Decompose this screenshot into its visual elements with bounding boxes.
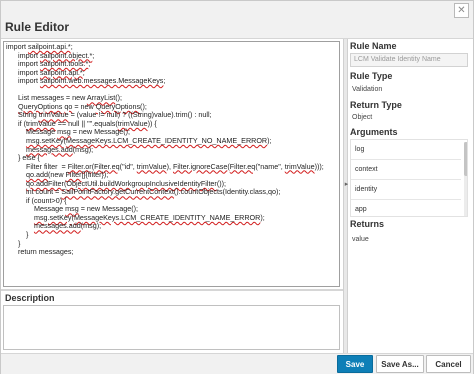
code-token-flagged: Filter.eq bbox=[229, 161, 256, 171]
code-token: (msg); bbox=[72, 144, 94, 154]
list-item-argument[interactable]: log bbox=[351, 140, 461, 160]
list-item-argument[interactable]: app bbox=[351, 200, 461, 216]
properties-panel: Rule Name LCM Validate Identity Name Rul… bbox=[348, 39, 473, 353]
code-token: ))); bbox=[314, 161, 324, 171]
code-token: ().countObjects(Identity.class,qo); bbox=[173, 187, 281, 197]
list-item-argument[interactable]: context bbox=[351, 160, 461, 180]
code-token: return messages; bbox=[6, 247, 74, 257]
code-line[interactable]: return messages; bbox=[6, 247, 324, 257]
code-token-flagged: trimValue bbox=[284, 161, 315, 171]
code-token: ("id", bbox=[119, 161, 137, 171]
returns-value: value bbox=[352, 236, 369, 243]
description-panel: Description bbox=[1, 291, 343, 353]
code-editor[interactable]: import sailpoint.api.*; import sailpoint… bbox=[3, 41, 340, 287]
code-token-flagged: MessageKeys.LCM_CREATE_IDENTITY_NAME_ERR… bbox=[73, 212, 261, 222]
code-token-flagged: Filter.ignoreCase bbox=[172, 161, 228, 171]
code-token: ); bbox=[260, 212, 265, 222]
code-token: ); bbox=[267, 136, 272, 146]
list-item-argument[interactable]: identity bbox=[351, 180, 461, 200]
code-token-flagged: SailPointFactory.getCurrentContext bbox=[61, 187, 174, 197]
rule-name-label: Rule Name bbox=[350, 41, 397, 51]
window-title: Rule Editor bbox=[5, 20, 70, 34]
code-line[interactable]: } bbox=[6, 230, 324, 240]
close-icon[interactable]: ✕ bbox=[454, 3, 469, 18]
code-token-flagged: MessageKeys.LCM_CREATE_IDENTITY_NO_NAME_… bbox=[65, 136, 268, 146]
cancel-button[interactable]: Cancel bbox=[426, 355, 471, 373]
code-token: ; bbox=[163, 76, 166, 86]
arguments-label: Arguments bbox=[350, 127, 398, 137]
code-line[interactable]: messages.add(msg); bbox=[6, 222, 324, 231]
arguments-list[interactable]: log context identity app bbox=[350, 139, 468, 217]
footer: Save Save As... Cancel bbox=[1, 353, 473, 374]
code-token: ("name", bbox=[255, 161, 285, 171]
code-token: (msg); bbox=[80, 221, 102, 231]
code-token-flagged: sailpoint.web.messages.MessageKeys bbox=[39, 76, 164, 86]
rule-name-field[interactable]: LCM Validate Identity Name bbox=[350, 53, 468, 67]
code-token-flagged: messages.add bbox=[33, 221, 81, 231]
code-token: import bbox=[6, 76, 40, 86]
return-type-value: Object bbox=[352, 114, 373, 121]
save-as-button[interactable]: Save As... bbox=[376, 355, 424, 373]
description-field[interactable] bbox=[3, 305, 340, 350]
save-button[interactable]: Save bbox=[337, 355, 373, 373]
return-type-label: Return Type bbox=[350, 100, 402, 110]
rule-editor-window: Rule Editor ✕ import sailpoint.api.*; im… bbox=[0, 0, 474, 374]
arguments-scrollbar[interactable] bbox=[464, 142, 467, 216]
returns-label: Returns bbox=[350, 219, 385, 229]
code-editor-panel: import sailpoint.api.*; import sailpoint… bbox=[1, 39, 343, 289]
rule-type-value: Validation bbox=[352, 86, 383, 93]
rule-type-label: Rule Type bbox=[350, 71, 393, 81]
title-bar: Rule Editor ✕ bbox=[1, 1, 473, 39]
code-token: )) { bbox=[147, 118, 157, 128]
code-line[interactable]: messages.add(msg); bbox=[6, 144, 324, 155]
code-token: ; bbox=[88, 59, 91, 69]
code-line[interactable]: import sailpoint.web.messages.MessageKey… bbox=[6, 76, 324, 86]
scrollbar-thumb[interactable] bbox=[464, 142, 467, 176]
code-token: ; bbox=[92, 50, 95, 60]
description-label: Description bbox=[5, 293, 55, 303]
code-token-flagged: trimValue bbox=[136, 161, 167, 171]
code-text[interactable]: import sailpoint.api.*; import sailpoint… bbox=[6, 42, 324, 257]
